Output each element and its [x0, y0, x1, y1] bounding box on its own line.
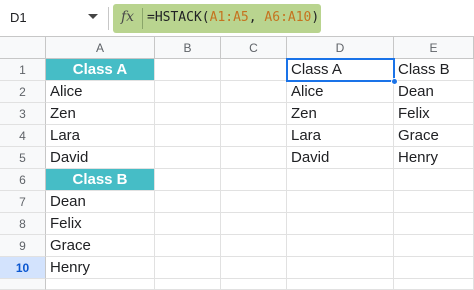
cell-a1[interactable]: Class A — [46, 59, 155, 81]
cell-d9[interactable] — [287, 235, 394, 257]
cell-e11[interactable] — [394, 279, 474, 290]
row-header-4[interactable]: 4 — [0, 125, 46, 147]
column-header-a[interactable]: A — [46, 37, 155, 59]
select-all-corner[interactable] — [0, 37, 46, 59]
cell-d4[interactable]: Lara — [287, 125, 394, 147]
cell-c10[interactable] — [221, 257, 287, 279]
range-ref-a6-a10: A6:A10 — [264, 10, 312, 25]
row-header-10[interactable]: 10 — [0, 257, 46, 279]
column-header-b[interactable]: B — [155, 37, 221, 59]
cell-e6[interactable] — [394, 169, 474, 191]
cell-e7[interactable] — [394, 191, 474, 213]
row-header-11[interactable] — [0, 279, 46, 290]
cell-e9[interactable] — [394, 235, 474, 257]
formula-text[interactable]: =HSTACK(A1:A5, A6:A10) — [147, 10, 319, 25]
cell-b2[interactable] — [155, 81, 221, 103]
cell-e10[interactable] — [394, 257, 474, 279]
cell-c9[interactable] — [221, 235, 287, 257]
chevron-down-icon[interactable] — [88, 14, 98, 19]
cell-d6[interactable] — [287, 169, 394, 191]
cell-c8[interactable] — [221, 213, 287, 235]
cell-c2[interactable] — [221, 81, 287, 103]
row-header-2[interactable]: 2 — [0, 81, 46, 103]
cell-e8[interactable] — [394, 213, 474, 235]
cell-c11[interactable] — [221, 279, 287, 290]
cell-b7[interactable] — [155, 191, 221, 213]
name-box[interactable]: D1 — [10, 10, 27, 25]
cell-d7[interactable] — [287, 191, 394, 213]
cell-a2[interactable]: Alice — [46, 81, 155, 103]
row-header-1[interactable]: 1 — [0, 59, 46, 81]
cell-d10[interactable] — [287, 257, 394, 279]
cell-b10[interactable] — [155, 257, 221, 279]
row-header-9[interactable]: 9 — [0, 235, 46, 257]
divider — [108, 7, 109, 30]
cell-b3[interactable] — [155, 103, 221, 125]
cell-d5[interactable]: David — [287, 147, 394, 169]
row-header-3[interactable]: 3 — [0, 103, 46, 125]
cell-d1[interactable]: Class A — [287, 59, 394, 81]
column-header-d[interactable]: D — [287, 37, 394, 59]
cell-e3[interactable]: Felix — [394, 103, 474, 125]
cell-c5[interactable] — [221, 147, 287, 169]
formula-input[interactable]: fx =HSTACK(A1:A5, A6:A10) — [113, 4, 321, 33]
cell-b5[interactable] — [155, 147, 221, 169]
cell-c7[interactable] — [221, 191, 287, 213]
cell-a7[interactable]: Dean — [46, 191, 155, 213]
cell-e4[interactable]: Grace — [394, 125, 474, 147]
column-header-c[interactable]: C — [221, 37, 287, 59]
cell-a10[interactable]: Henry — [46, 257, 155, 279]
cell-e1[interactable]: Class B — [394, 59, 474, 81]
cell-e2[interactable]: Dean — [394, 81, 474, 103]
cell-a5[interactable]: David — [46, 147, 155, 169]
cell-d11[interactable] — [287, 279, 394, 290]
column-header-e[interactable]: E — [394, 37, 474, 59]
cell-c4[interactable] — [221, 125, 287, 147]
cell-a4[interactable]: Lara — [46, 125, 155, 147]
range-ref-a1-a5: A1:A5 — [209, 10, 249, 25]
cell-a8[interactable]: Felix — [46, 213, 155, 235]
cell-b8[interactable] — [155, 213, 221, 235]
cell-b11[interactable] — [155, 279, 221, 290]
fill-handle[interactable] — [391, 78, 398, 85]
cell-d3[interactable]: Zen — [287, 103, 394, 125]
cell-d8[interactable] — [287, 213, 394, 235]
formula-bar: D1 fx =HSTACK(A1:A5, A6:A10) — [0, 0, 474, 37]
cell-c6[interactable] — [221, 169, 287, 191]
cell-a6[interactable]: Class B — [46, 169, 155, 191]
cell-a11[interactable] — [46, 279, 155, 290]
cell-b6[interactable] — [155, 169, 221, 191]
cell-c1[interactable] — [221, 59, 287, 81]
row-header-6[interactable]: 6 — [0, 169, 46, 191]
cell-c3[interactable] — [221, 103, 287, 125]
cell-b4[interactable] — [155, 125, 221, 147]
row-header-8[interactable]: 8 — [0, 213, 46, 235]
function-icon: fx — [121, 9, 135, 25]
row-header-7[interactable]: 7 — [0, 191, 46, 213]
cell-b9[interactable] — [155, 235, 221, 257]
row-header-5[interactable]: 5 — [0, 147, 46, 169]
cell-b1[interactable] — [155, 59, 221, 81]
cell-e5[interactable]: Henry — [394, 147, 474, 169]
cell-a9[interactable]: Grace — [46, 235, 155, 257]
divider — [142, 8, 143, 29]
cell-a3[interactable]: Zen — [46, 103, 155, 125]
cell-d2[interactable]: Alice — [287, 81, 394, 103]
